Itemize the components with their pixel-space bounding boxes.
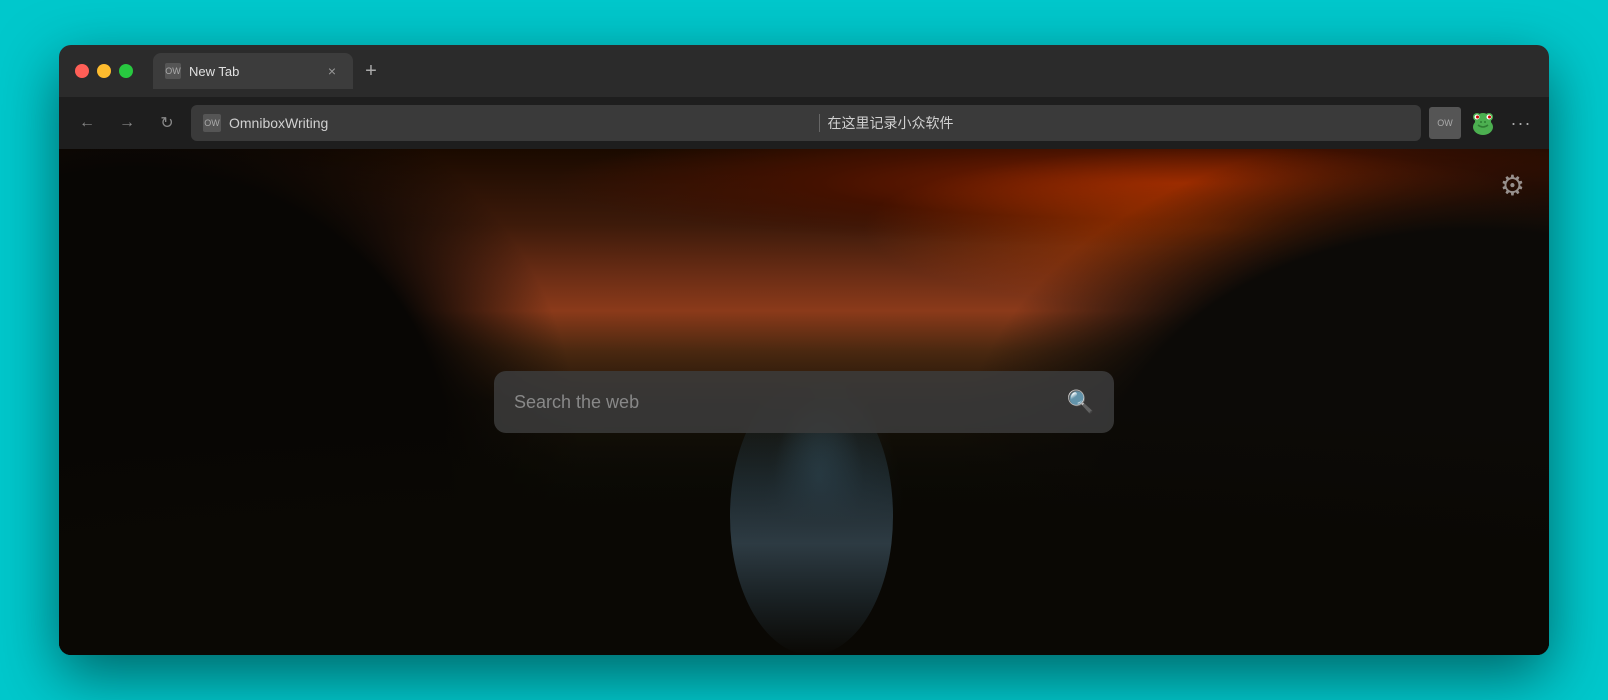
back-button[interactable]: ←: [71, 107, 103, 139]
settings-button[interactable]: ⚙: [1500, 169, 1525, 202]
minimize-button[interactable]: [97, 64, 111, 78]
reload-button[interactable]: ↻: [151, 107, 183, 139]
forward-button[interactable]: →: [111, 107, 143, 139]
nav-bar: ← → ↻ OW OmniboxWriting 在这里记录小众软件 OW: [59, 97, 1549, 149]
title-bar: OW New Tab × +: [59, 45, 1549, 97]
search-icon[interactable]: 🔍: [1067, 389, 1094, 415]
tab-title: New Tab: [189, 64, 315, 79]
traffic-lights: [75, 64, 133, 78]
close-button[interactable]: [75, 64, 89, 78]
address-divider: [819, 114, 820, 132]
tab-close-button[interactable]: ×: [323, 62, 341, 80]
new-tab-button[interactable]: +: [357, 57, 385, 85]
frog-svg: [1467, 107, 1499, 139]
active-tab[interactable]: OW New Tab ×: [153, 53, 353, 89]
nav-actions: OW: [1429, 105, 1537, 141]
search-container: 🔍: [494, 371, 1114, 433]
extension-icon[interactable]: OW: [1429, 107, 1461, 139]
address-tagline: 在这里记录小众软件: [828, 113, 1410, 133]
search-input[interactable]: [514, 392, 1055, 413]
browser-window: OW New Tab × + ← → ↻ OW OmniboxWriting 在…: [59, 45, 1549, 655]
frog-extension-icon[interactable]: [1465, 105, 1501, 141]
address-bar[interactable]: OW OmniboxWriting 在这里记录小众软件: [191, 105, 1421, 141]
new-tab-page: 🔍 ⚙: [59, 149, 1549, 655]
address-favicon: OW: [203, 114, 221, 132]
maximize-button[interactable]: [119, 64, 133, 78]
search-box: 🔍: [494, 371, 1114, 433]
address-site-name: OmniboxWriting: [229, 115, 811, 131]
tab-strip: OW New Tab × +: [153, 53, 1533, 89]
more-options-button[interactable]: ···: [1505, 107, 1537, 139]
tab-favicon: OW: [165, 63, 181, 79]
